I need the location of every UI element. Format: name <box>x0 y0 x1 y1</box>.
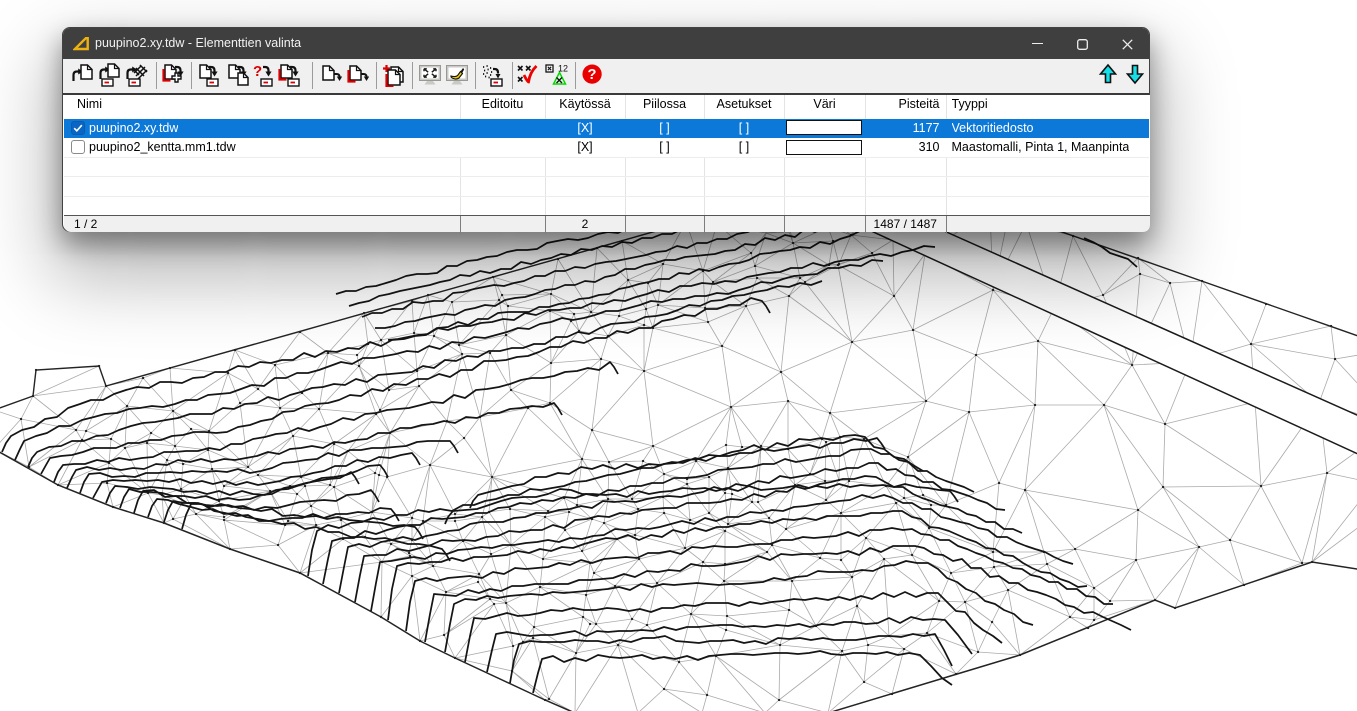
svg-text:?: ? <box>588 67 597 83</box>
svg-text:?: ? <box>253 63 262 80</box>
svg-text:12: 12 <box>558 64 568 74</box>
